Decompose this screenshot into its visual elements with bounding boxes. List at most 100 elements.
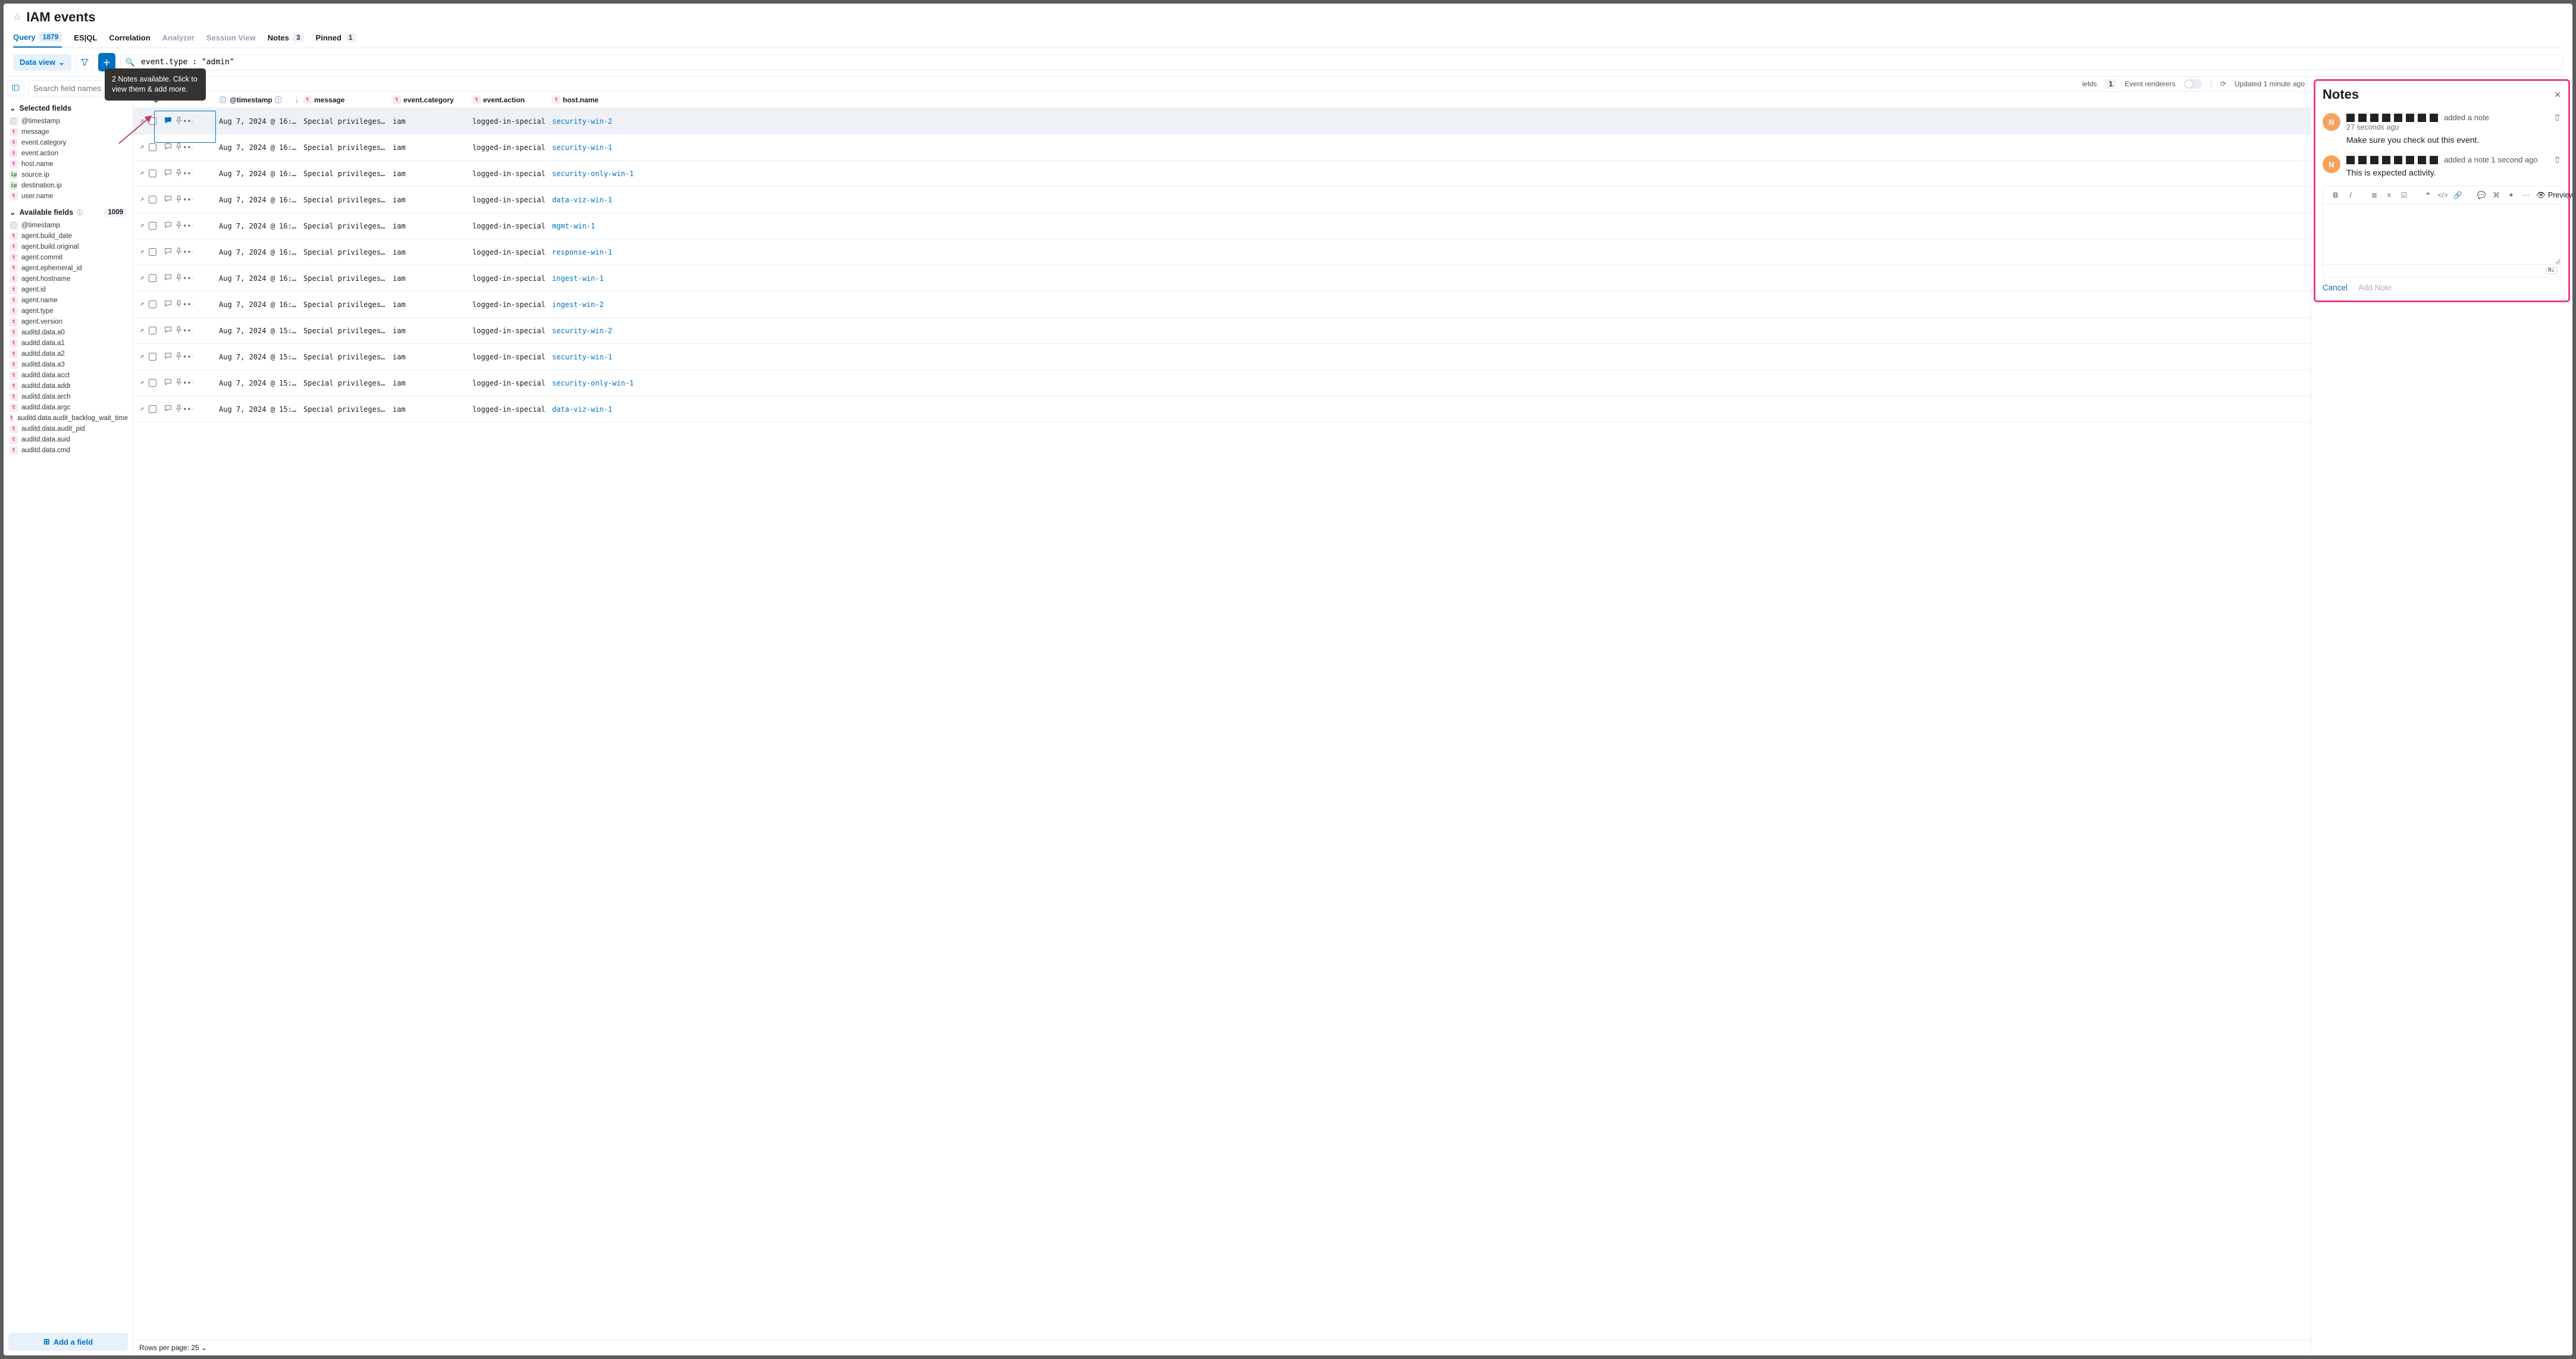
field-item[interactable]: ipsource.ip [4, 170, 133, 180]
field-item[interactable]: 🕘@timestamp [4, 116, 133, 127]
table-row[interactable]: ↗ ••• Aug 7, 2024 @ 15:25:… Special priv… [133, 344, 2311, 370]
pin-icon[interactable] [174, 325, 182, 335]
row-checkbox[interactable] [149, 353, 156, 361]
toggle-fields-button[interactable] [7, 80, 24, 96]
close-icon[interactable]: ✕ [2554, 90, 2561, 100]
more-icon[interactable]: ••• [184, 143, 193, 152]
expand-icon[interactable]: ↗ [139, 403, 145, 413]
field-item[interactable]: tauditd.data.cmd [4, 445, 133, 456]
note-textarea[interactable] [2323, 205, 2561, 264]
available-fields-toggle[interactable]: ⌄ Available fields ⓘ1009 [4, 204, 133, 220]
pin-icon[interactable] [174, 142, 182, 152]
cell-host[interactable]: ingest-win-1 [550, 274, 2307, 283]
filter-button[interactable] [76, 55, 93, 70]
bold-button[interactable]: B [2329, 189, 2342, 202]
note-icon[interactable] [163, 352, 171, 361]
field-item[interactable]: tagent.name [4, 295, 133, 306]
preview-toggle[interactable]: 👁Preview [2536, 191, 2572, 200]
table-row[interactable]: ↗ ••• Aug 7, 2024 @ 15:25:… Special priv… [133, 318, 2311, 344]
cell-host[interactable]: mgmt-win-1 [550, 222, 2307, 230]
row-checkbox[interactable] [149, 300, 156, 308]
mention-button[interactable]: ⌘ [2490, 189, 2503, 202]
table-row[interactable]: ↗ ••• Aug 7, 2024 @ 15:23:… Special priv… [133, 396, 2311, 422]
table-row[interactable]: ↗ ••• Aug 7, 2024 @ 16:25:… Special priv… [133, 108, 2311, 134]
field-item[interactable]: tauditd.data.a3 [4, 359, 133, 370]
data-view-button[interactable]: Data view⌄ [13, 54, 71, 71]
field-item[interactable]: tevent.category [4, 137, 133, 148]
field-item[interactable]: tagent.hostname [4, 274, 133, 284]
note-icon[interactable] [163, 195, 171, 204]
more-icon[interactable]: ••• [184, 195, 193, 205]
refresh-icon[interactable]: ⟳ [2220, 80, 2226, 88]
table-row[interactable]: ↗ ••• Aug 7, 2024 @ 16:25:… Special priv… [133, 134, 2311, 161]
expand-icon[interactable]: ↗ [139, 377, 145, 387]
field-item[interactable]: tauditd.data.argc [4, 402, 133, 413]
col-host[interactable]: thost.name [550, 96, 2307, 104]
field-item[interactable]: tagent.id [4, 284, 133, 295]
row-checkbox[interactable] [149, 196, 156, 203]
more-icon[interactable]: ••• [184, 274, 193, 283]
table-row[interactable]: ↗ ••• Aug 7, 2024 @ 16:23:… Special priv… [133, 187, 2311, 213]
note-icon[interactable] [163, 221, 171, 230]
field-item[interactable]: tagent.build_date [4, 231, 133, 242]
field-item[interactable]: tauditd.data.audit_backlog_wait_time [4, 413, 133, 424]
pin-icon[interactable] [174, 195, 182, 204]
field-item[interactable]: ipdestination.ip [4, 180, 133, 191]
more-icon[interactable]: ••• [184, 405, 193, 414]
col-timestamp[interactable]: 🕘@timestampⓘ↓ [217, 95, 301, 105]
cell-host[interactable]: security-win-2 [550, 327, 2307, 335]
cell-host[interactable]: security-win-1 [550, 143, 2307, 152]
tab-pinned[interactable]: Pinned1 [316, 32, 356, 48]
row-checkbox[interactable] [149, 327, 156, 334]
table-row[interactable]: ↗ ••• Aug 7, 2024 @ 16:23:… Special priv… [133, 239, 2311, 265]
tab-esql[interactable]: ES|QL [74, 32, 97, 48]
field-item[interactable]: thost.name [4, 159, 133, 170]
query-bar[interactable]: 🔍 [120, 54, 2563, 70]
cell-host[interactable]: security-win-2 [550, 117, 2307, 126]
italic-button[interactable]: I [2344, 189, 2357, 202]
field-item[interactable]: tagent.commit [4, 252, 133, 263]
pin-icon[interactable] [174, 378, 182, 387]
query-input[interactable] [140, 57, 2558, 67]
pin-icon[interactable] [174, 299, 182, 309]
pin-icon[interactable] [174, 404, 182, 414]
row-checkbox[interactable] [149, 248, 156, 256]
field-item[interactable]: tauditd.data.a2 [4, 349, 133, 359]
expand-icon[interactable]: ↗ [139, 246, 145, 256]
col-message[interactable]: tmessage [301, 96, 390, 104]
table-row[interactable]: ↗ ••• Aug 7, 2024 @ 16:25:… Special priv… [133, 161, 2311, 187]
pin-icon[interactable] [174, 168, 182, 178]
row-checkbox[interactable] [149, 405, 156, 413]
field-item[interactable]: tagent.version [4, 317, 133, 327]
link-button[interactable]: 🔗 [2451, 189, 2464, 202]
more-button[interactable]: ⋯ [2519, 189, 2533, 202]
tab-query[interactable]: Query1879 [13, 32, 62, 48]
sort-down-icon[interactable]: ↓ [295, 96, 299, 104]
field-item[interactable]: tevent.action [4, 148, 133, 159]
table-row[interactable]: ↗ ••• Aug 7, 2024 @ 16:23:… Special priv… [133, 265, 2311, 292]
pin-icon[interactable] [174, 247, 182, 256]
row-checkbox[interactable] [149, 222, 156, 230]
expand-icon[interactable]: ↗ [139, 299, 145, 308]
pin-icon[interactable] [174, 352, 182, 361]
expand-icon[interactable]: ↗ [139, 325, 145, 334]
pin-icon[interactable] [174, 273, 182, 283]
cell-host[interactable]: security-win-1 [550, 353, 2307, 361]
pin-icon[interactable] [174, 116, 182, 126]
expand-icon[interactable]: ↗ [139, 273, 145, 282]
cell-host[interactable]: security-only-win-1 [550, 170, 2307, 178]
ol-button[interactable]: ≡ [2383, 189, 2396, 202]
more-icon[interactable]: ••• [184, 326, 193, 336]
field-item[interactable]: tmessage [4, 127, 133, 137]
note-icon[interactable] [163, 299, 171, 309]
ai-button[interactable]: ✦ [2505, 189, 2518, 202]
col-category[interactable]: tevent.category [390, 96, 470, 104]
favorite-toggle-icon[interactable]: ☆ [13, 11, 21, 23]
rows-per-page-select[interactable]: Rows per page: 25 ⌄ [139, 1344, 207, 1352]
delete-note-icon[interactable] [2553, 114, 2561, 121]
tab-correlation[interactable]: Correlation [109, 32, 150, 48]
note-icon[interactable] [163, 404, 171, 414]
field-item[interactable]: tauditd.data.audit_pid [4, 424, 133, 434]
col-action[interactable]: tevent.action [470, 96, 550, 104]
field-item[interactable]: tagent.type [4, 306, 133, 317]
